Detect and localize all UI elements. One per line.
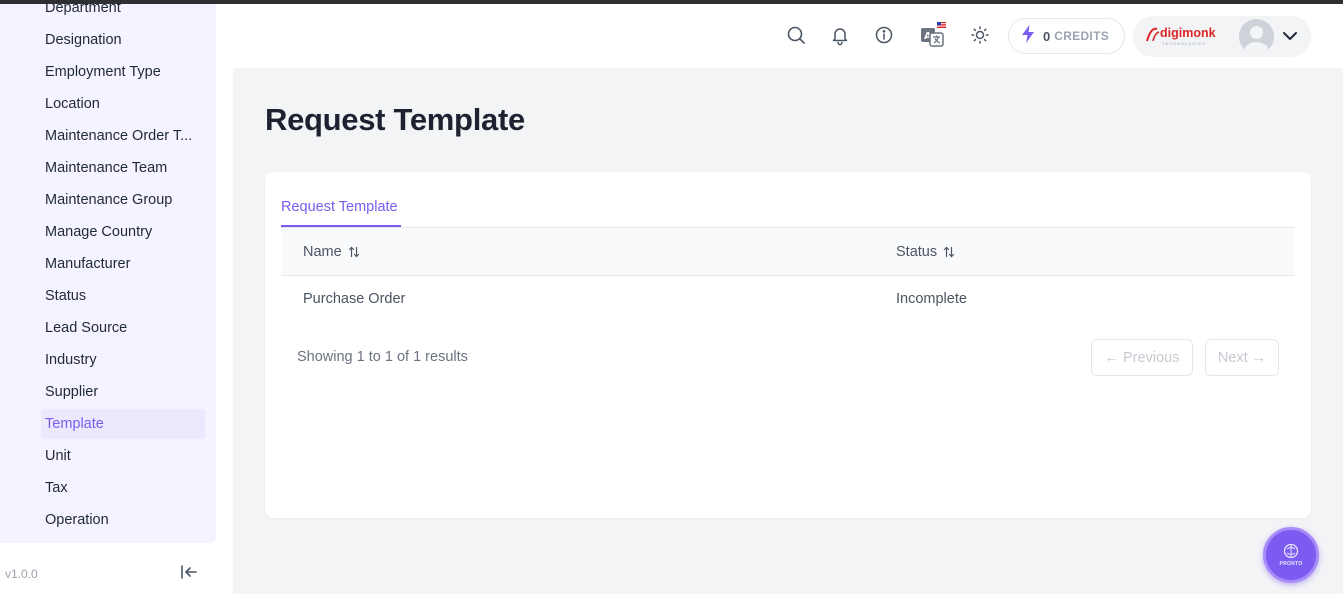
sidebar: Department Designation Employment Type L… [0, 4, 233, 594]
translate-icon[interactable]: A [919, 22, 947, 50]
sidebar-item-maintenance-order-type[interactable]: Maintenance Order T... [0, 120, 216, 152]
chevron-down-icon [1280, 26, 1300, 46]
sidebar-footer: v1.0.0 [0, 559, 216, 589]
sidebar-item-department[interactable]: Department [0, 4, 216, 24]
cell-name: Purchase Order [303, 291, 406, 307]
logo-text: digimonk [1160, 26, 1216, 40]
credits-label: CREDITS [1054, 29, 1110, 43]
collapse-sidebar-icon[interactable] [178, 561, 200, 583]
version-label: v1.0.0 [5, 567, 38, 581]
table-header: Name Status [281, 228, 1295, 276]
column-header-status[interactable]: Status [896, 244, 955, 260]
cell-status: Incomplete [896, 291, 967, 307]
sun-icon[interactable] [969, 24, 991, 46]
next-button[interactable]: Next → [1205, 339, 1279, 376]
sidebar-item-template[interactable]: Template [0, 408, 216, 440]
credits-button[interactable]: 0 CREDITS [1008, 18, 1125, 54]
sidebar-item-operation[interactable]: Operation [0, 504, 216, 536]
column-header-label: Status [896, 244, 938, 260]
data-table: Name Status Purchase Order Incomplete [281, 228, 1295, 322]
sidebar-item-industry[interactable]: Industry [0, 344, 216, 376]
logo-subtext: TECHNOLOGIES [1162, 41, 1206, 46]
sidebar-item-maintenance-team[interactable]: Maintenance Team [0, 152, 216, 184]
table-row[interactable]: Purchase Order Incomplete [281, 276, 1295, 322]
fab-label: PRONTO [1279, 561, 1303, 567]
column-header-name[interactable]: Name [303, 244, 360, 260]
sidebar-list: Department Designation Employment Type L… [0, 4, 216, 536]
sidebar-item-supplier[interactable]: Supplier [0, 376, 216, 408]
tab-bar: Request Template [281, 194, 1295, 228]
bell-icon[interactable] [829, 24, 851, 46]
search-icon[interactable] [785, 24, 807, 46]
pagination-summary: Showing 1 to 1 of 1 results [297, 349, 468, 365]
sort-icon [348, 246, 360, 258]
sidebar-panel: Department Designation Employment Type L… [0, 4, 216, 543]
content-card: Request Template Name Status Purchase Or… [265, 172, 1311, 518]
sidebar-item-manage-country[interactable]: Manage Country [0, 216, 216, 248]
column-header-label: Name [303, 244, 342, 260]
avatar [1239, 19, 1274, 54]
sidebar-item-lead-source[interactable]: Lead Source [0, 312, 216, 344]
info-icon[interactable] [873, 24, 895, 46]
sort-icon [943, 246, 955, 258]
page-title: Request Template [265, 102, 525, 137]
sidebar-item-employment-type[interactable]: Employment Type [0, 56, 216, 88]
sidebar-item-status[interactable]: Status [0, 280, 216, 312]
credits-count: 0 [1043, 28, 1051, 44]
profile-menu[interactable]: digimonk TECHNOLOGIES [1133, 16, 1311, 57]
sidebar-item-designation[interactable]: Designation [0, 24, 216, 56]
company-logo: digimonk TECHNOLOGIES [1145, 23, 1225, 49]
sidebar-item-manufacturer[interactable]: Manufacturer [0, 248, 216, 280]
previous-button[interactable]: ← Previous [1091, 339, 1193, 376]
pronto-icon [1283, 543, 1299, 559]
lightning-icon [1021, 24, 1035, 48]
sidebar-item-location[interactable]: Location [0, 88, 216, 120]
sidebar-item-maintenance-group[interactable]: Maintenance Group [0, 184, 216, 216]
sidebar-item-unit[interactable]: Unit [0, 440, 216, 472]
top-header: A 0 CREDITS digimonk TECHNOLOGIES [233, 4, 1343, 68]
sidebar-item-tax[interactable]: Tax [0, 472, 216, 504]
tab-request-template[interactable]: Request Template [281, 199, 401, 227]
pronto-assistant-button[interactable]: PRONTO [1263, 527, 1319, 583]
